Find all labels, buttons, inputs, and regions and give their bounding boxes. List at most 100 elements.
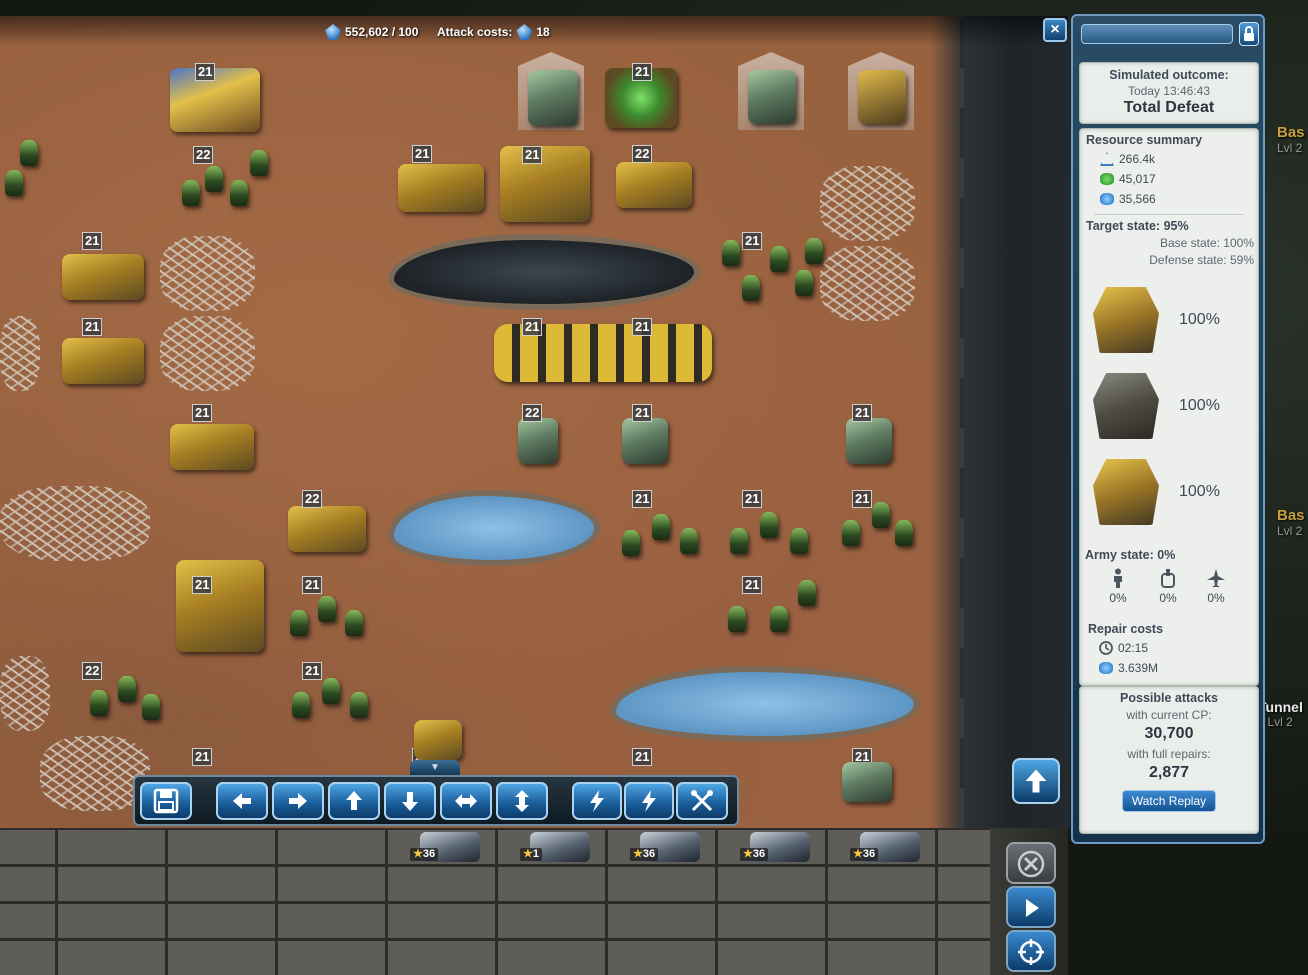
infantry-unit[interactable]	[652, 514, 670, 540]
lightning-icon	[642, 790, 656, 812]
building-state-pct: 100%	[1179, 483, 1220, 500]
aircraft-icon	[1207, 569, 1225, 587]
full-repairs-value: 2,877	[1148, 764, 1190, 781]
target-state-label: Target state: 95%	[1086, 219, 1189, 233]
defense-turret[interactable]	[846, 418, 892, 464]
crystal-icon	[1099, 662, 1113, 674]
tank-unit[interactable]	[398, 164, 484, 212]
infantry-unit[interactable]	[722, 240, 740, 266]
infantry-unit[interactable]	[842, 520, 860, 546]
cancel-button[interactable]	[1006, 842, 1056, 884]
buggy-unit[interactable]	[616, 162, 692, 208]
tray-divider	[605, 828, 608, 975]
defense-turret[interactable]	[842, 762, 892, 802]
defense-turret[interactable]	[622, 418, 668, 464]
tank-unit[interactable]	[414, 720, 462, 760]
mirror-vertical-button[interactable]	[496, 782, 548, 820]
scroll-up-button[interactable]	[1012, 758, 1060, 804]
unit-level-badge: 21	[742, 490, 763, 508]
infantry-unit[interactable]	[622, 530, 640, 556]
toolbar-collapse-tab[interactable]: ▼	[410, 760, 460, 776]
infantry-unit[interactable]	[5, 170, 23, 196]
unit-level-badge: 22	[522, 404, 543, 422]
lock-button[interactable]	[1239, 22, 1259, 46]
play-button[interactable]	[1006, 886, 1056, 928]
repair-costs-label: Repair costs	[1088, 622, 1164, 636]
unit-level-badge: 21	[192, 748, 213, 766]
save-button[interactable]	[140, 782, 192, 820]
map-base-label[interactable]: Bas Lvl 2	[1277, 124, 1305, 155]
enemy-building[interactable]	[748, 70, 796, 124]
infantry-unit[interactable]	[770, 606, 788, 632]
infantry-unit[interactable]	[350, 692, 368, 718]
infantry-unit[interactable]	[182, 180, 200, 206]
shift-right-button[interactable]	[272, 782, 324, 820]
arrow-down-icon	[402, 792, 418, 811]
tray-divider	[825, 828, 828, 975]
infantry-unit[interactable]	[872, 502, 890, 528]
command-points-readout: 552,602 / 100	[325, 24, 418, 40]
infantry-unit[interactable]	[250, 150, 268, 176]
infantry-unit[interactable]	[318, 596, 336, 622]
tank-unit[interactable]	[170, 424, 254, 470]
infantry-unit[interactable]	[118, 676, 136, 702]
arrow-up-icon	[1025, 769, 1047, 793]
infantry-unit[interactable]	[680, 528, 698, 554]
mammoth-tank-unit[interactable]	[176, 560, 264, 652]
enemy-building[interactable]	[858, 70, 906, 124]
mammoth-tank-unit[interactable]	[500, 146, 590, 222]
tray-divider	[165, 828, 168, 975]
shift-down-button[interactable]	[384, 782, 436, 820]
unit-level-badge: 21	[522, 146, 543, 164]
infantry-unit[interactable]	[795, 270, 813, 296]
infantry-unit[interactable]	[345, 610, 363, 636]
infantry-unit[interactable]	[790, 528, 808, 554]
close-button[interactable]: ×	[1043, 18, 1067, 42]
infantry-unit[interactable]	[290, 610, 308, 636]
enemy-building[interactable]	[528, 70, 578, 126]
shift-up-button[interactable]	[328, 782, 380, 820]
infantry-unit[interactable]	[20, 140, 38, 166]
defense-turret[interactable]	[518, 418, 558, 464]
simulate-button[interactable]	[624, 782, 674, 820]
quick-sim-button[interactable]	[572, 782, 622, 820]
infantry-unit[interactable]	[760, 512, 778, 538]
infantry-unit[interactable]	[142, 694, 160, 720]
buggy-unit[interactable]	[288, 506, 366, 552]
infantry-unit[interactable]	[798, 580, 816, 606]
resource-summary-label: Resource summary	[1086, 133, 1203, 147]
unit-level-badge: 21	[522, 318, 543, 336]
target-button[interactable]	[1006, 930, 1056, 972]
infantry-unit[interactable]	[742, 275, 760, 301]
full-repairs-label: with full repairs:	[1127, 747, 1211, 761]
tiberium-icon	[1100, 173, 1114, 185]
repair-tools-button[interactable]	[676, 782, 728, 820]
crystal-icon	[1100, 193, 1114, 205]
shift-left-button[interactable]	[216, 782, 268, 820]
dead-tree	[0, 486, 150, 561]
infantry-unit[interactable]	[895, 520, 913, 546]
infantry-unit[interactable]	[90, 690, 108, 716]
arrows-vertical-icon	[515, 790, 529, 812]
army-state-label: Army state: 0%	[1085, 548, 1176, 562]
dead-tree	[160, 316, 255, 391]
construction-yard-icon	[1093, 287, 1159, 353]
infantry-unit[interactable]	[728, 606, 746, 632]
infantry-unit[interactable]	[730, 528, 748, 554]
command-points-icon	[516, 24, 533, 40]
arrow-left-icon	[233, 793, 251, 809]
infantry-unit[interactable]	[322, 678, 340, 704]
infantry-unit[interactable]	[230, 180, 248, 206]
dead-tree	[820, 246, 915, 321]
infantry-unit[interactable]	[770, 246, 788, 272]
tank-unit[interactable]	[62, 338, 144, 384]
resource-row: 266.4k	[1100, 149, 1258, 169]
infantry-unit[interactable]	[805, 238, 823, 264]
mirror-horizontal-button[interactable]	[440, 782, 492, 820]
tank-unit[interactable]	[62, 254, 144, 300]
dead-tree	[0, 656, 50, 731]
infantry-unit[interactable]	[292, 692, 310, 718]
map-base-label[interactable]: Bas Lvl 2	[1277, 507, 1305, 538]
watch-replay-button[interactable]: Watch Replay	[1122, 790, 1216, 812]
infantry-unit[interactable]	[205, 166, 223, 192]
